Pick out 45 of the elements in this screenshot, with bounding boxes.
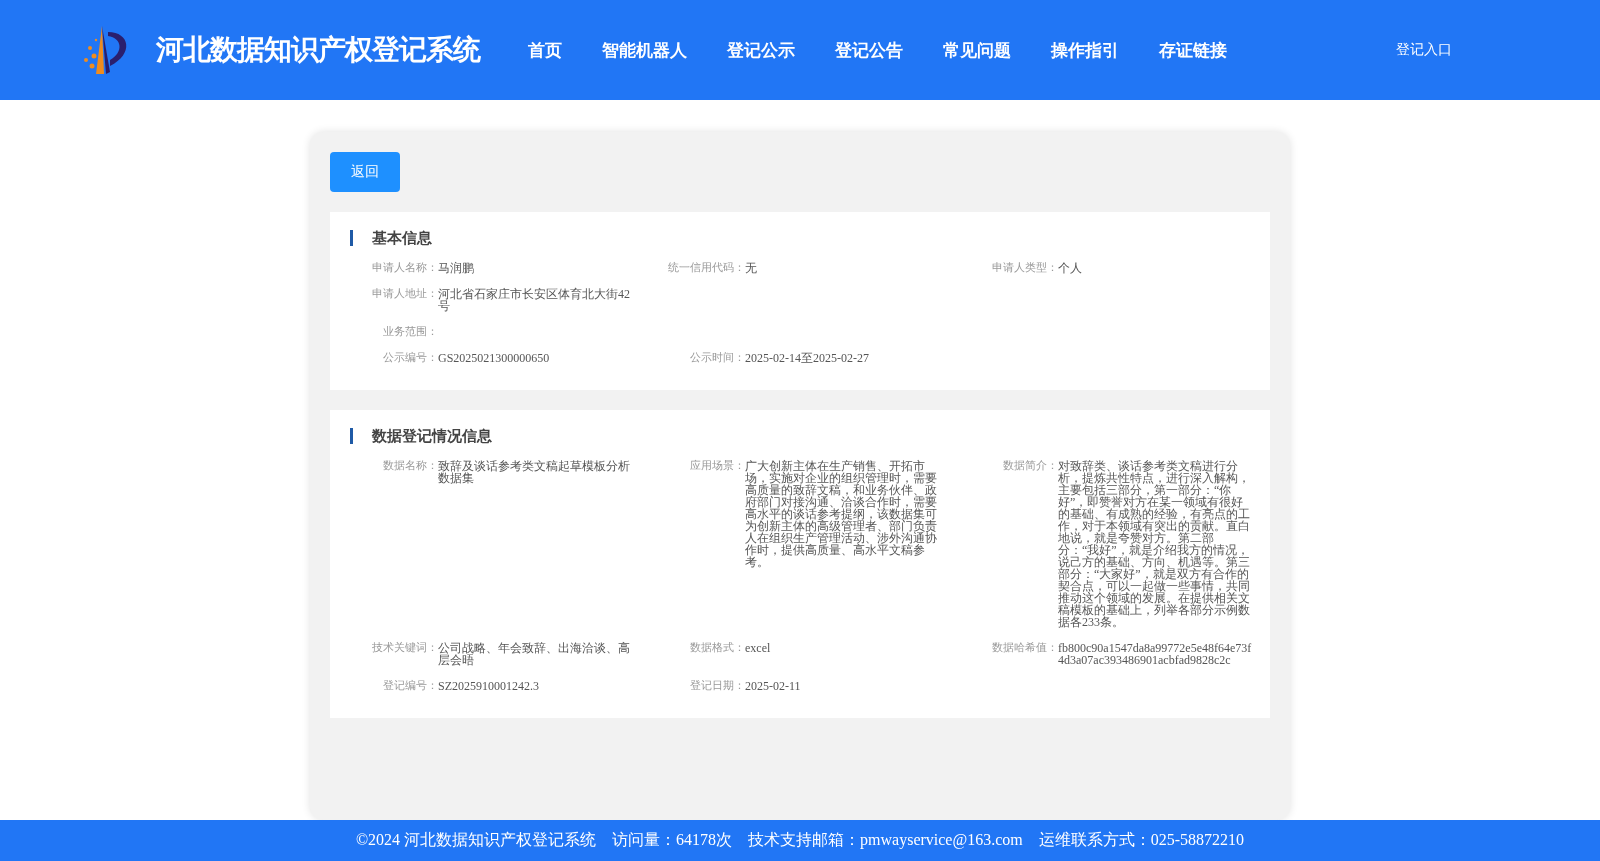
field-label: 登记编号： (382, 680, 438, 692)
site-title: 河北数据知识产权登记系统 (156, 32, 480, 68)
nav-link[interactable]: 操作指引 (1031, 38, 1139, 62)
field-value: 致辞及谈话参考类文稿起草模板分析数据集 (438, 460, 631, 484)
field-label: 公示编号： (382, 352, 438, 364)
field-label: 申请人名称： (371, 262, 438, 274)
back-button[interactable]: 返回 (330, 152, 400, 192)
nav-link[interactable]: 登记公告 (815, 38, 923, 62)
field-value: fb800c90a1547da8a99772e5e48f64e73f4d3a07ac393486901acbfad9828c2c (1058, 642, 1253, 666)
field-value: excel (745, 642, 772, 654)
field-label: 统一信用代码： (667, 262, 745, 274)
footer-text: 运维联系方式：025-58872210 (1038, 830, 1245, 850)
field-label: 数据名称： (382, 460, 438, 472)
section-title: 基本信息 (350, 230, 1250, 246)
field-label: 登记日期： (689, 680, 745, 692)
field-label: 技术关键词： (371, 642, 438, 654)
field-value: 2025-02-11 (745, 680, 802, 692)
nav-link[interactable]: 存证链接 (1139, 38, 1247, 62)
field-label: 业务范围： (382, 326, 438, 338)
footer-text: ©2024 河北数据知识产权登记系统 (355, 830, 597, 850)
nav-link[interactable]: 常见问题 (923, 38, 1031, 62)
field-label: 数据哈希值： (991, 642, 1058, 654)
field-label: 数据简介： (1002, 460, 1058, 472)
section-title: 数据登记情况信息 (350, 428, 1250, 444)
field-value: 2025-02-14至2025-02-27 (745, 352, 870, 364)
field-label: 申请人地址： (371, 288, 438, 300)
field-value: SZ2025910001242.3 (438, 680, 540, 692)
field-label: 公示时间： (689, 352, 745, 364)
field-value: GS2025021300000650 (438, 352, 551, 364)
field-label: 应用场景： (689, 460, 745, 472)
nav-link[interactable]: 智能机器人 (582, 38, 707, 62)
footer-text: 访问量：64178次 (612, 830, 733, 850)
field-value: 无 (745, 262, 758, 274)
field-value: 马润鹏 (438, 262, 475, 274)
field-value: 河北省石家庄市长安区体育北大街42号 (438, 288, 631, 312)
field-value: 个人 (1058, 262, 1083, 274)
nav-link[interactable]: 登记公示 (707, 38, 815, 62)
field-label: 申请人类型： (991, 262, 1058, 274)
login-link[interactable]: 登记入口 (1396, 41, 1452, 59)
field-value: 对致辞类、谈话参考类文稿进行分析，提炼共性特点，进行深入解构，主要包括三部分，第一部分：“你好”，即赞誉对方在某一领域有很好的基础、有成熟的经验，有亮点的工作，对于本领域有突出的贡献。直白地说，就是夸赞对方。第二部分：“我好”，就是介绍我方的情况，说己方的基础、方向、机遇等。第三部分：“大家好”，就是双方有合作的契合点，可以一起做一些事情，共同推动这个领域的发展。在提供相关文稿模板的基础上，列举各部分示例数据各233条。 (1058, 460, 1251, 628)
nav-link[interactable]: 首页 (508, 38, 582, 62)
field-value: 公司战略、年会致辞、出海洽谈、高层会晤 (438, 642, 631, 666)
field-value: 广大创新主体在生产销售、开拓市场，实施对企业的组织管理时，需要高质量的致辞文稿，和业务伙伴、政府部门对接沟通、洽谈合作时，需要高水平的谈话参考提纲，该数据集可为创新主体的高级管理者、部门负责人在组织生产管理活动、涉外沟通协作时，提供高质量、高水平文稿参考。 (745, 460, 938, 568)
footer-text: 技术支持邮箱：pmwayservice@163.com (748, 830, 1023, 851)
field-label: 数据格式： (689, 642, 745, 654)
